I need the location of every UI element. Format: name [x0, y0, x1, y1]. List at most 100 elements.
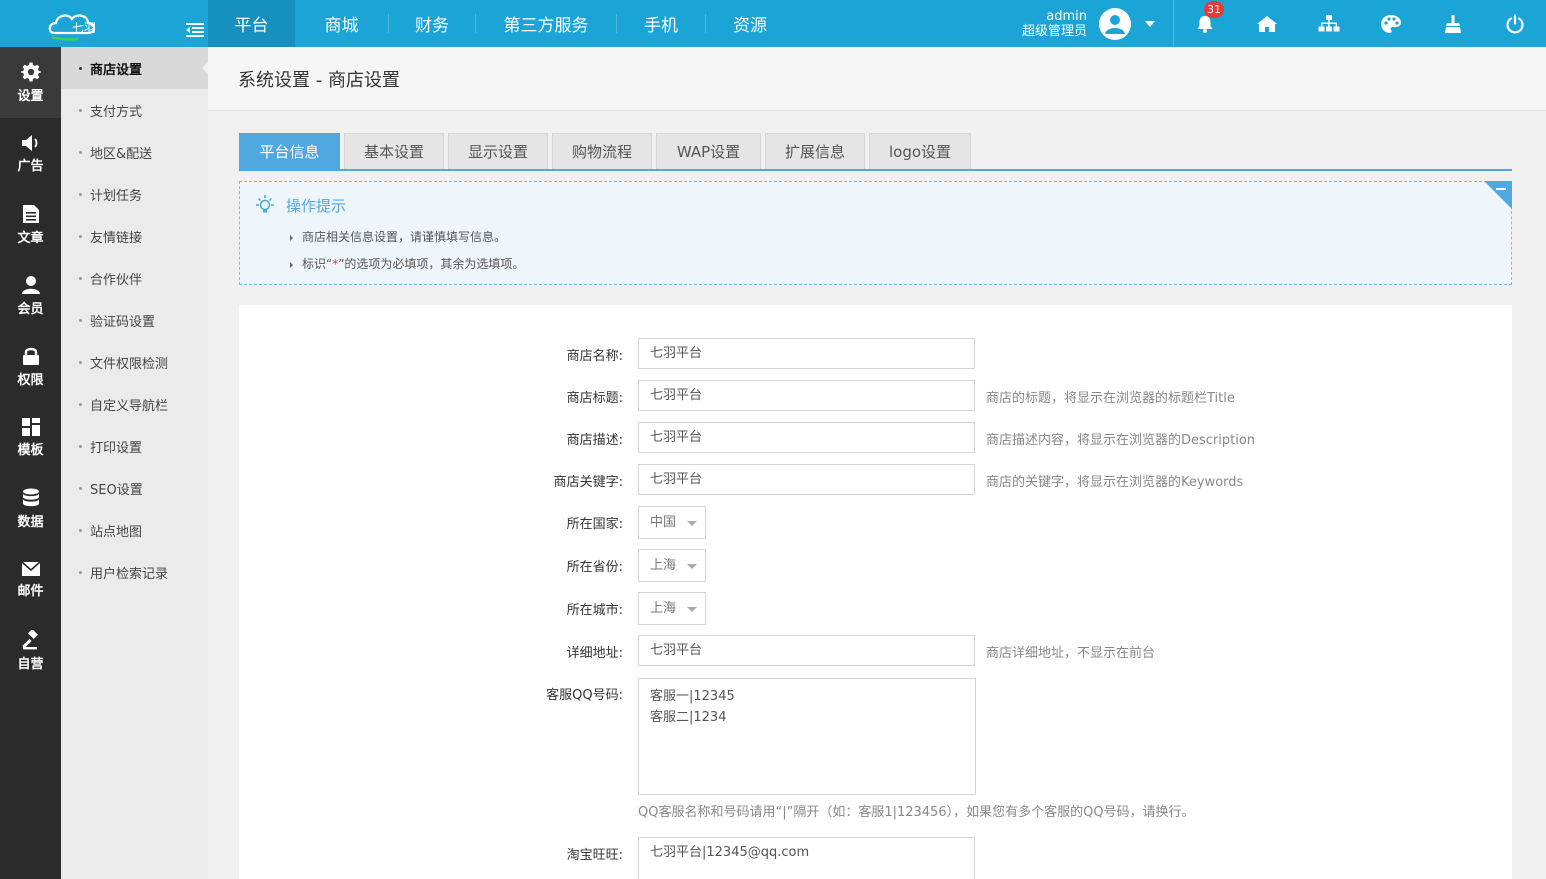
topnav-mall[interactable]: 商城	[295, 0, 388, 47]
shop-description-input[interactable]: 七羽平台	[638, 422, 975, 453]
minus-icon	[1496, 188, 1506, 190]
home-button[interactable]	[1236, 0, 1298, 47]
submenu-item-custom-nav[interactable]: 自定义导航栏	[61, 383, 208, 425]
submenu-item-friend-links[interactable]: 友情链接	[61, 215, 208, 257]
tip-text: ”的选项为必填项，其余为选填项。	[338, 257, 525, 271]
field-hint: 商店的标题，将显示在浏览器的标题栏Title	[986, 391, 1235, 406]
address-input[interactable]: 七羽平台	[638, 635, 975, 666]
module-templates[interactable]: 模板	[0, 402, 61, 473]
country-select[interactable]: 中国	[638, 506, 706, 539]
grid-icon	[21, 417, 40, 436]
field-label: 客服QQ号码:	[546, 688, 623, 703]
module-members[interactable]: 会员	[0, 260, 61, 331]
gear-icon	[20, 62, 41, 81]
clear-cache-button[interactable]	[1422, 0, 1484, 47]
gavel-icon	[21, 629, 38, 649]
submenu-item-partners[interactable]: 合作伙伴	[61, 257, 208, 299]
module-label: 权限	[17, 372, 44, 388]
module-permissions[interactable]: 权限	[0, 331, 61, 402]
submenu-item-region-shipping[interactable]: 地区&配送	[61, 131, 208, 173]
user-name: admin	[1046, 8, 1087, 24]
submenu-item-seo[interactable]: SEO设置	[61, 467, 208, 509]
topnav-finance[interactable]: 财务	[389, 0, 475, 47]
top-icons: 31	[1173, 0, 1546, 47]
module-label: 自营	[17, 656, 44, 672]
tip-item: 商店相关信息设置，请谨慎填写信息。	[288, 226, 524, 253]
field-hint: 商店详细地址，不显示在前台	[986, 646, 1156, 661]
module-label: 广告	[17, 158, 44, 174]
module-self-operated[interactable]: 自营	[0, 615, 61, 686]
module-articles[interactable]: 文章	[0, 189, 61, 260]
submenu-item-payment[interactable]: 支付方式	[61, 89, 208, 131]
tab-checkout-flow[interactable]: 购物流程	[552, 133, 652, 169]
module-data[interactable]: 数据	[0, 473, 61, 544]
shop-name-input[interactable]: 七羽平台	[638, 338, 975, 369]
theme-button[interactable]	[1360, 0, 1422, 47]
collapse-menu-icon[interactable]	[186, 23, 204, 37]
module-email[interactable]: 邮件	[0, 544, 61, 615]
province-select[interactable]: 上海	[638, 549, 706, 582]
tab-display-settings[interactable]: 显示设置	[448, 133, 548, 169]
field-label: 所在省份:	[566, 560, 623, 575]
settings-submenu: 商店设置 支付方式 地区&配送 计划任务 友情链接 合作伙伴 验证码设置 文件权…	[61, 47, 208, 879]
user-avatar-icon	[1105, 14, 1125, 34]
shop-title-input[interactable]: 七羽平台	[638, 380, 975, 411]
field-label: 商店名称:	[566, 349, 623, 364]
field-hint: 商店描述内容，将显示在浏览器的Description	[986, 433, 1256, 448]
module-label: 数据	[17, 514, 44, 530]
collapse-tips-button[interactable]	[1484, 181, 1512, 209]
operation-tips: 操作提示 商店相关信息设置，请谨慎填写信息。 标识“*”的选项为必填项，其余为选…	[239, 181, 1512, 285]
submenu-item-print[interactable]: 打印设置	[61, 425, 208, 467]
module-label: 邮件	[17, 583, 44, 599]
logout-button[interactable]	[1484, 0, 1546, 47]
tab-basic-settings[interactable]: 基本设置	[344, 133, 444, 169]
tab-platform-info[interactable]: 平台信息	[239, 133, 340, 169]
logo-icon[interactable]: 七羽	[48, 9, 104, 41]
submenu-item-file-permissions[interactable]: 文件权限检测	[61, 341, 208, 383]
topnav-platform[interactable]: 平台	[208, 0, 295, 47]
module-label: 会员	[17, 301, 44, 317]
tips-title-text: 操作提示	[286, 196, 347, 215]
qq-numbers-textarea[interactable]: 客服一|12345 客服二|1234	[638, 678, 976, 795]
module-settings[interactable]: 设置	[0, 47, 61, 118]
power-icon	[1506, 13, 1524, 33]
city-select[interactable]: 上海	[638, 592, 706, 625]
lightbulb-icon	[256, 195, 274, 213]
speaker-icon	[21, 134, 37, 151]
submenu-item-captcha[interactable]: 验证码设置	[61, 299, 208, 341]
notifications-button[interactable]: 31	[1174, 0, 1236, 47]
tab-logo-settings[interactable]: logo设置	[869, 133, 971, 169]
tip-text: 标识“	[302, 257, 333, 271]
module-ads[interactable]: 广告	[0, 118, 61, 189]
submenu-item-search-log[interactable]: 用户检索记录	[61, 551, 208, 593]
tab-wap-settings[interactable]: WAP设置	[656, 133, 761, 169]
shop-keywords-input[interactable]: 七羽平台	[638, 464, 975, 495]
sitemap-button[interactable]	[1298, 0, 1360, 47]
field-hint: QQ客服名称和号码请用“|”隔开（如：客服1|123456），如果您有多个客服的…	[638, 805, 1195, 820]
envelope-icon	[20, 560, 41, 576]
home-icon	[1257, 15, 1277, 32]
tip-item: 标识“*”的选项为必填项，其余为选填项。	[288, 253, 524, 280]
tips-title: 操作提示	[254, 194, 346, 216]
field-label: 商店关键字:	[553, 475, 623, 490]
user-role: 超级管理员	[1021, 23, 1087, 39]
logo-area: 七羽	[0, 0, 208, 47]
tab-extended-info[interactable]: 扩展信息	[765, 133, 865, 169]
field-label: 所在国家:	[566, 517, 623, 532]
chevron-down-icon[interactable]	[1145, 20, 1155, 27]
submenu-item-scheduled-tasks[interactable]: 计划任务	[61, 173, 208, 215]
settings-form: 商店名称: 七羽平台 商店标题: 七羽平台 商店的标题，将显示在浏览器的标题栏T…	[239, 305, 1512, 879]
topnav-resources[interactable]: 资源	[706, 0, 794, 47]
topnav-third-party[interactable]: 第三方服务	[476, 0, 616, 47]
wangwang-input[interactable]: 七羽平台|12345@qq.com	[638, 837, 975, 879]
submenu-item-shop-settings[interactable]: 商店设置	[61, 47, 208, 89]
database-icon	[22, 488, 39, 506]
user-icon	[21, 275, 40, 294]
topnav-mobile[interactable]: 手机	[617, 0, 705, 47]
user-menu[interactable]: admin 超级管理员	[1022, 0, 1173, 47]
tips-list: 商店相关信息设置，请谨慎填写信息。 标识“*”的选项为必填项，其余为选填项。	[288, 226, 524, 280]
submenu-item-sitemap[interactable]: 站点地图	[61, 509, 208, 551]
avatar[interactable]	[1099, 7, 1131, 40]
sitemap-icon	[1318, 14, 1340, 31]
user-info: admin 超级管理员	[1022, 9, 1087, 39]
